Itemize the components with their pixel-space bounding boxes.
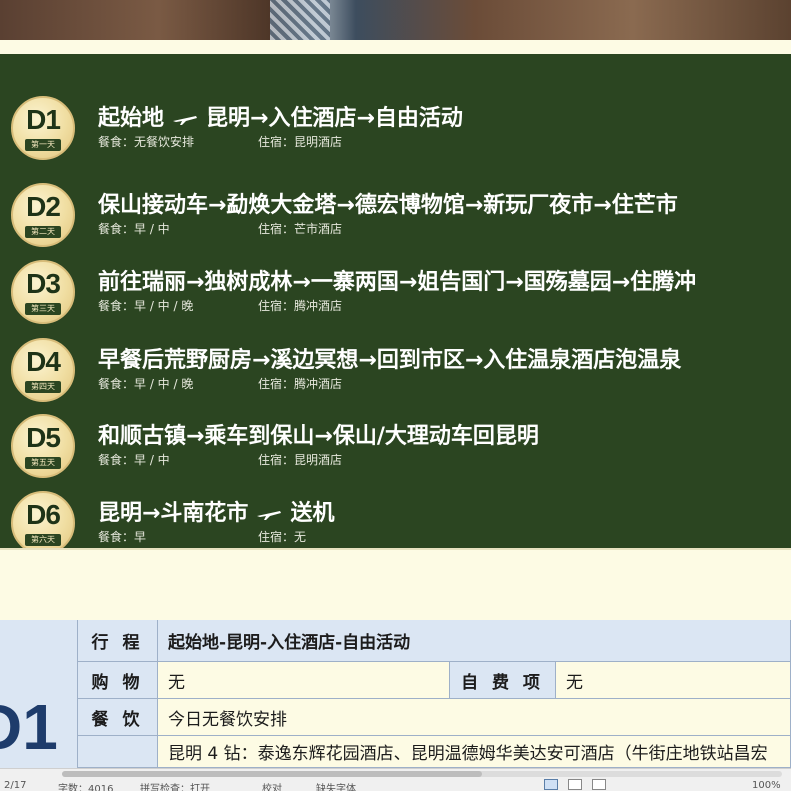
route-origin: 昆明→斗南花市 (98, 501, 249, 526)
day-detail-table: D1 行 程 起始地-昆明-入住酒店-自由活动 购 物 无 自 费 项 无 餐 … (0, 620, 791, 768)
itinerary-day: D5 第五天 和顺古镇→乘车到保山→保山/大理动车回昆明 餐食：早 / 中 住宿… (0, 414, 791, 486)
day-meal: 餐食：早 / 中 (98, 222, 170, 236)
page-gap (0, 40, 791, 54)
route-origin: 起始地 (98, 106, 165, 131)
status-bar: 2/17 字数：4016 拼写检查：打开 校对 缺失字体 100% (0, 768, 791, 791)
web-view-button[interactable] (568, 779, 582, 790)
route-value: 起始地-昆明-入住酒店-自由活动 (158, 620, 791, 662)
day-stay: 住宿：腾冲酒店 (258, 377, 343, 391)
hotel-label (78, 736, 158, 768)
day-code: D1 (26, 104, 61, 135)
day-stay: 住宿：无 (258, 530, 307, 544)
itinerary-day: D2 第二天 保山接动车→勐焕大金塔→德宏博物馆→新玩厂夜市→住芒市 餐食：早 … (0, 183, 791, 255)
day-badge: D6 第六天 (11, 491, 75, 548)
detail-day-cell: D1 (0, 620, 78, 768)
day-badge: D3 第三天 (11, 260, 75, 324)
day-ordinal: 第五天 (25, 457, 61, 469)
banner-figure (270, 0, 330, 40)
outline-view-button[interactable] (592, 779, 606, 790)
day-stay: 住宿：腾冲酒店 (258, 299, 343, 313)
selfpay-label: 自 费 项 (450, 662, 556, 699)
day-code: D2 (26, 191, 61, 222)
day-stay: 住宿：昆明酒店 (258, 135, 343, 149)
spell-check-status[interactable]: 拼写检查：打开 (140, 780, 210, 791)
day-ordinal: 第二天 (25, 226, 61, 238)
day-ordinal: 第四天 (25, 381, 61, 393)
day-meal: 餐食：早 / 中 / 晚 (98, 377, 194, 391)
itinerary-panel: D1 第一天 起始地 昆明→入住酒店→自由活动 餐食：无餐饮安排 住宿：昆明酒店 … (0, 54, 791, 548)
word-count[interactable]: 字数：4016 (58, 780, 113, 791)
page-indicator[interactable]: 2/17 (4, 780, 26, 791)
horizontal-scrollbar[interactable] (62, 771, 782, 777)
scrollbar-thumb[interactable] (62, 771, 482, 777)
route-rest: 昆明→入住酒店→自由活动 (206, 106, 463, 131)
day-stay: 住宿：昆明酒店 (258, 453, 343, 467)
meal-value: 今日无餐饮安排 (158, 699, 791, 736)
detail-day-number: D1 (0, 691, 58, 763)
day-code: D6 (26, 499, 61, 530)
day-meal: 餐食：早 / 中 / 晚 (98, 299, 194, 313)
route-rest: 送机 (290, 501, 335, 526)
day-badge: D2 第二天 (11, 183, 75, 247)
day-meal: 餐食：早 (98, 530, 147, 544)
shopping-value: 无 (158, 662, 450, 699)
day-stay: 住宿：芒市酒店 (258, 222, 343, 236)
day-route: 起始地 昆明→入住酒店→自由活动 (98, 100, 788, 132)
hotel-value: 昆明 4 钻：泰逸东辉花园酒店、昆明温德姆华美达安可酒店（牛街庄地铁站昌宏 (158, 736, 791, 768)
day-badge: D5 第五天 (11, 414, 75, 478)
day-ordinal: 第一天 (25, 139, 61, 151)
page-gap (0, 548, 791, 620)
page-view-button[interactable] (544, 779, 558, 790)
document-viewport: D1 第一天 起始地 昆明→入住酒店→自由活动 餐食：无餐饮安排 住宿：昆明酒店 … (0, 0, 791, 791)
day-meal: 餐食：无餐饮安排 (98, 135, 195, 149)
day-badge: D4 第四天 (11, 338, 75, 402)
itinerary-day: D1 第一天 起始地 昆明→入住酒店→自由活动 餐食：无餐饮安排 住宿：昆明酒店 (0, 96, 791, 168)
day-route: 早餐后荒野厨房→溪边冥想→回到市区→入住温泉酒店泡温泉 (98, 348, 682, 373)
selfpay-value: 无 (556, 662, 791, 699)
plane-icon (257, 511, 282, 520)
day-code: D5 (26, 422, 61, 453)
day-ordinal: 第六天 (25, 534, 61, 546)
proofread-status[interactable]: 校对 (262, 780, 282, 791)
plane-icon (173, 116, 198, 125)
day-route: 和顺古镇→乘车到保山→保山/大理动车回昆明 (98, 424, 539, 449)
day-ordinal: 第三天 (25, 303, 61, 315)
route-label: 行 程 (78, 620, 158, 662)
itinerary-day: D4 第四天 早餐后荒野厨房→溪边冥想→回到市区→入住温泉酒店泡温泉 餐食：早 … (0, 338, 791, 410)
itinerary-day: D6 第六天 昆明→斗南花市 送机 餐食：早 住宿：无 (0, 491, 791, 548)
itinerary-day: D3 第三天 前往瑞丽→独树成林→一寨两国→姐告国门→国殇墓园→住腾冲 餐食：早… (0, 260, 791, 332)
day-code: D3 (26, 268, 61, 299)
zoom-level[interactable]: 100% (752, 780, 781, 791)
shopping-label: 购 物 (78, 662, 158, 699)
day-route: 昆明→斗南花市 送机 (98, 495, 788, 527)
missing-font-status[interactable]: 缺失字体 (316, 780, 356, 791)
day-route: 前往瑞丽→独树成林→一寨两国→姐告国门→国殇墓园→住腾冲 (98, 270, 697, 295)
day-code: D4 (26, 346, 61, 377)
day-route: 保山接动车→勐焕大金塔→德宏博物馆→新玩厂夜市→住芒市 (98, 193, 678, 218)
banner-photo (0, 0, 791, 40)
day-meal: 餐食：早 / 中 (98, 453, 170, 467)
day-badge: D1 第一天 (11, 96, 75, 160)
meal-label: 餐 饮 (78, 699, 158, 736)
